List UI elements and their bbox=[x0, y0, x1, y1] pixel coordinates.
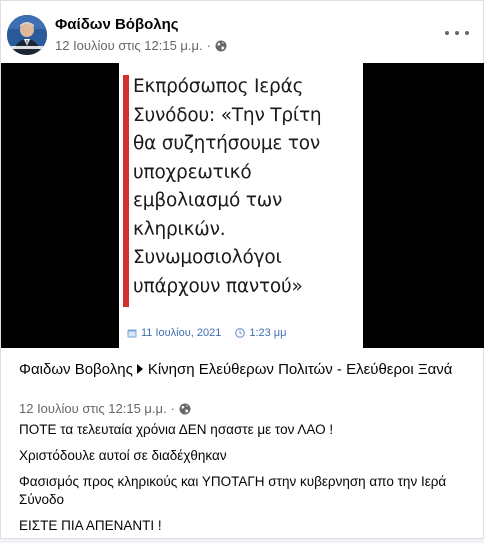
meta-separator: · bbox=[206, 38, 211, 53]
article-date: 11 Ιουλίου, 2021 bbox=[141, 327, 222, 339]
shared-timestamp[interactable]: 12 Ιουλίου στις 12:15 μ.μ. bbox=[19, 401, 167, 416]
article-screenshot: Εκπρόσωπος Ιεράς Συνόδου: «Την Τρίτη θα … bbox=[119, 63, 363, 348]
post-image[interactable]: Εκπρόσωπος Ιεράς Συνόδου: «Την Τρίτη θα … bbox=[1, 63, 484, 348]
post-paragraph: ΕΙΣΤΕ ΠΙΑ ΑΠΕΝΑΝΤΙ ! bbox=[19, 518, 162, 533]
headline-accent-bar bbox=[123, 75, 129, 307]
headline-line: Εκπρόσωπος Ιεράς bbox=[133, 76, 304, 97]
meta-separator: · bbox=[170, 401, 175, 416]
shared-post-meta: 12 Ιουλίου στις 12:15 μ.μ. · bbox=[19, 401, 191, 416]
post-header: Φαίδων Βόβολης 12 Ιουλίου στις 12:15 μ.μ… bbox=[1, 1, 484, 63]
post-author[interactable]: Φαίδων Βόβολης bbox=[55, 16, 179, 33]
article-headline: Εκπρόσωπος Ιεράς Συνόδου: «Την Τρίτη θα … bbox=[133, 73, 363, 301]
headline-line: κληρικών. bbox=[133, 218, 226, 240]
post-paragraph: ΠΟΤΕ τα τελευταία χρόνια ΔΕΝ ησαστε με τ… bbox=[19, 422, 334, 437]
post-timestamp[interactable]: 12 Ιουλίου στις 12:15 μ.μ. bbox=[55, 38, 203, 53]
post-card: Φαίδων Βόβολης 12 Ιουλίου στις 12:15 μ.μ… bbox=[0, 0, 484, 539]
shared-post-path: Φαιδων Βοβολης Κίνηση Ελεύθερων Πολιτών -… bbox=[19, 360, 469, 380]
headline-line: εμβολιασμό των bbox=[133, 190, 283, 211]
clock-icon bbox=[235, 328, 246, 338]
headline-line: υποχρεωτικό bbox=[133, 161, 252, 183]
post-meta: 12 Ιουλίου στις 12:15 μ.μ. · bbox=[55, 38, 227, 53]
shared-author[interactable]: Φαιδων Βοβολης bbox=[19, 361, 133, 378]
globe-icon bbox=[179, 403, 191, 415]
shared-post-text: ΠΟΤΕ τα τελευταία χρόνια ΔΕΝ ησαστε με τ… bbox=[19, 421, 469, 543]
post-paragraph: Χριστόδουλε αυτοί σε διαδέχθηκαν bbox=[19, 448, 227, 463]
headline-line: Συνόδου: «Την Τρίτη bbox=[133, 104, 322, 126]
article-time: 1:23 μμ bbox=[249, 327, 287, 339]
article-dateline: 11 Ιουλίου, 2021 1:23 μμ bbox=[127, 327, 286, 339]
avatar[interactable] bbox=[7, 15, 47, 55]
headline-line: υπάρχουν παντού» bbox=[133, 275, 303, 297]
headline-line: θα συζητήσουμε τον bbox=[133, 133, 321, 154]
more-options-icon[interactable] bbox=[445, 23, 469, 43]
chevron-right-icon bbox=[136, 364, 143, 374]
headline-line: Συνωμοσιολόγοι bbox=[133, 247, 282, 268]
calendar-icon bbox=[127, 328, 137, 338]
post-paragraph: Φασισμός προς κληρικούς και ΥΠΟΤΑΓΗ στην… bbox=[19, 474, 447, 507]
globe-icon bbox=[215, 40, 227, 52]
shared-group[interactable]: Κίνηση Ελεύθερων Πολιτών - Ελεύθεροι Ξαν… bbox=[148, 361, 453, 378]
